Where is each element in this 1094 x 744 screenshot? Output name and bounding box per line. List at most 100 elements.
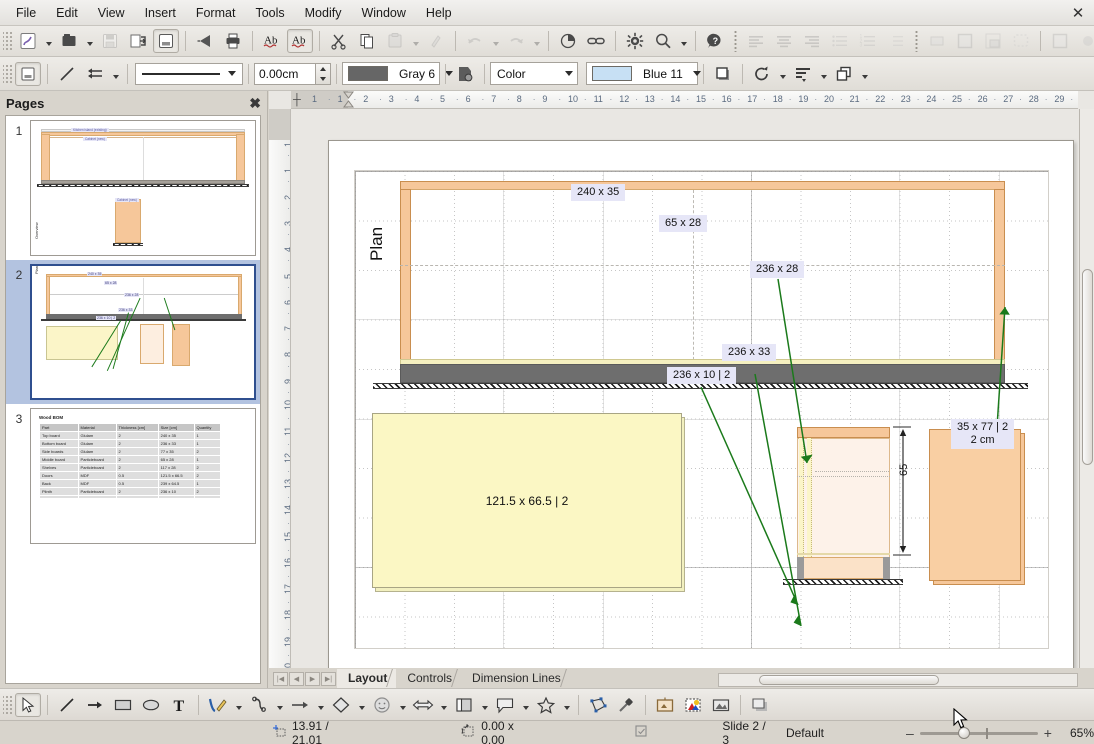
document-modified-section[interactable] — [634, 724, 648, 741]
autospellcheck-icon[interactable]: Ab — [287, 29, 313, 53]
horizontal-ruler[interactable]: 1·1·2·3·4·5·6·7·8·9·10·11·12·13·14·15·16… — [291, 91, 1078, 109]
folder-open-icon[interactable] — [56, 29, 82, 53]
diamond-icon[interactable] — [328, 693, 354, 717]
zoom-level-value[interactable]: 65% — [1070, 726, 1094, 740]
rotate-dropdown-chevron-down-icon[interactable] — [776, 62, 789, 86]
print-funnel-icon[interactable] — [192, 29, 218, 53]
callout-dropdown-chevron-down-icon[interactable] — [519, 693, 532, 717]
connector-dropdown-chevron-down-icon[interactable] — [273, 693, 286, 717]
window-close-icon[interactable]: ✕ — [1068, 4, 1088, 22]
flowchart-icon[interactable] — [451, 693, 477, 717]
slide-preview-2[interactable]: Plan 240 x 35 65 x 28 236 x 28 236 x 33 — [30, 264, 256, 400]
close-icon[interactable]: ✖ — [249, 95, 261, 112]
line-icon[interactable] — [54, 62, 80, 86]
dim-label-plinth[interactable]: 236 x 10 | 2 — [667, 367, 736, 384]
document-modified-icon[interactable] — [634, 724, 648, 741]
rotate-icon[interactable] — [749, 62, 775, 86]
picture-icon[interactable] — [708, 693, 734, 717]
symbol-shapes-dropdown-chevron-down-icon[interactable] — [396, 693, 409, 717]
slide-thumbnail-1[interactable]: 1 Overview Kitchen island (existing) Cab — [6, 116, 260, 260]
insert-image-icon[interactable] — [652, 693, 678, 717]
printer-icon[interactable] — [220, 29, 246, 53]
zoom-dropdown-chevron-down-icon[interactable] — [677, 29, 690, 53]
zoom-section[interactable]: – + 65% — [906, 725, 1094, 741]
layer-tab-dimension-lines[interactable]: Dimension Lines — [461, 669, 570, 688]
rectangle-icon[interactable] — [110, 693, 136, 717]
drawbar-grip[interactable] — [3, 694, 12, 716]
new-dropdown-chevron-down-icon[interactable] — [42, 29, 55, 53]
chain-link-icon[interactable] — [583, 29, 609, 53]
slide-preview-1[interactable]: Overview Kitchen island (existing) Cabin… — [30, 120, 256, 256]
line-width-input[interactable]: 0.00cm — [254, 63, 316, 85]
line-color-select[interactable]: Gray 6 — [342, 62, 440, 85]
spellcheck-icon[interactable]: Ab — [259, 29, 285, 53]
magnifier-icon[interactable] — [650, 29, 676, 53]
horizontal-scrollbar[interactable] — [718, 673, 1078, 687]
copy-icon[interactable] — [354, 29, 380, 53]
pie-chart-icon[interactable] — [555, 29, 581, 53]
canvas-scroll-area[interactable]: Plan 121.5 x 66.5 | 2 — [291, 109, 1078, 668]
vertical-scrollbar-thumb[interactable] — [1082, 269, 1093, 465]
star-icon[interactable] — [533, 693, 559, 717]
menu-help[interactable]: Help — [416, 3, 462, 23]
line-width-stepper[interactable] — [316, 63, 331, 85]
curve-pen-icon[interactable] — [205, 693, 231, 717]
open-dropdown-chevron-down-icon[interactable] — [83, 29, 96, 53]
menu-file[interactable]: File — [6, 3, 46, 23]
line-style-icon[interactable] — [15, 62, 41, 86]
fill-color-select[interactable]: Blue 11 — [586, 62, 698, 85]
line-style-chevron-down-icon[interactable] — [224, 64, 240, 84]
export-pdf-icon[interactable] — [125, 29, 151, 53]
basic-shapes-dropdown-chevron-down-icon[interactable] — [355, 693, 368, 717]
menu-insert[interactable]: Insert — [135, 3, 186, 23]
line-width-increase[interactable] — [316, 64, 330, 74]
line-style-select[interactable] — [135, 63, 243, 85]
menu-edit[interactable]: Edit — [46, 3, 88, 23]
menu-tools[interactable]: Tools — [245, 3, 294, 23]
slide-thumbnail-3[interactable]: 3 Wood BOM PartMaterialThickness [cm]Siz… — [6, 404, 260, 548]
stars-dropdown-chevron-down-icon[interactable] — [560, 693, 573, 717]
cursor-arrow-icon[interactable] — [15, 693, 41, 717]
menu-modify[interactable]: Modify — [295, 3, 352, 23]
shadow-shape-icon[interactable] — [747, 693, 773, 717]
smiley-icon[interactable] — [369, 693, 395, 717]
gear-icon[interactable] — [622, 29, 648, 53]
previous-page-icon[interactable]: ◀ — [289, 672, 304, 686]
last-page-icon[interactable]: ▶| — [321, 672, 336, 686]
pages-list[interactable]: 1 Overview Kitchen island (existing) Cab — [5, 115, 261, 684]
arrow-right-icon[interactable] — [287, 693, 313, 717]
fill-style-select[interactable]: Color — [490, 62, 578, 85]
gallery-icon[interactable] — [680, 693, 706, 717]
zoom-in-button[interactable]: + — [1044, 725, 1052, 741]
zoom-slider[interactable] — [920, 726, 1038, 740]
curve-dropdown-chevron-down-icon[interactable] — [232, 693, 245, 717]
connector-icon[interactable] — [246, 693, 272, 717]
arrange-objects-icon[interactable] — [831, 62, 857, 86]
zoom-slider-handle[interactable] — [958, 727, 970, 739]
toolbar-grip[interactable] — [3, 30, 12, 52]
text-icon[interactable]: T — [166, 693, 192, 717]
slide-page[interactable]: Plan 121.5 x 66.5 | 2 — [328, 140, 1074, 668]
document-new-icon[interactable] — [15, 29, 41, 53]
block-arrows-dropdown-chevron-down-icon[interactable] — [437, 693, 450, 717]
first-page-icon[interactable]: |◀ — [273, 672, 288, 686]
help-icon[interactable]: ? — [702, 29, 728, 53]
area-style-icon[interactable] — [452, 62, 478, 86]
align-dropdown-chevron-down-icon[interactable] — [817, 62, 830, 86]
layer-tab-controls[interactable]: Controls — [396, 669, 461, 688]
line-icon[interactable] — [54, 693, 80, 717]
vertical-ruler[interactable]: 1·1·2·3·4·5·6·7·8·9·10·11·12·13·14·15·16… — [269, 109, 291, 668]
menu-view[interactable]: View — [88, 3, 135, 23]
arrow-line-icon[interactable] — [82, 693, 108, 717]
horizontal-scrollbar-thumb[interactable] — [759, 675, 939, 685]
menu-format[interactable]: Format — [186, 3, 246, 23]
dim-label-shelf[interactable]: 236 x 28 — [750, 261, 804, 278]
edit-points-icon[interactable] — [585, 693, 611, 717]
ruler-indent-marker[interactable] — [343, 91, 354, 108]
glue-point-icon[interactable] — [613, 693, 639, 717]
callout-icon[interactable] — [492, 693, 518, 717]
align-objects-icon[interactable] — [790, 62, 816, 86]
dim-label-side-board[interactable]: 35 x 77 | 2 2 cm — [951, 419, 1014, 449]
fill-style-chevron-down-icon[interactable] — [561, 64, 577, 84]
arrow-style-dropdown-chevron-down-icon[interactable] — [109, 62, 122, 86]
